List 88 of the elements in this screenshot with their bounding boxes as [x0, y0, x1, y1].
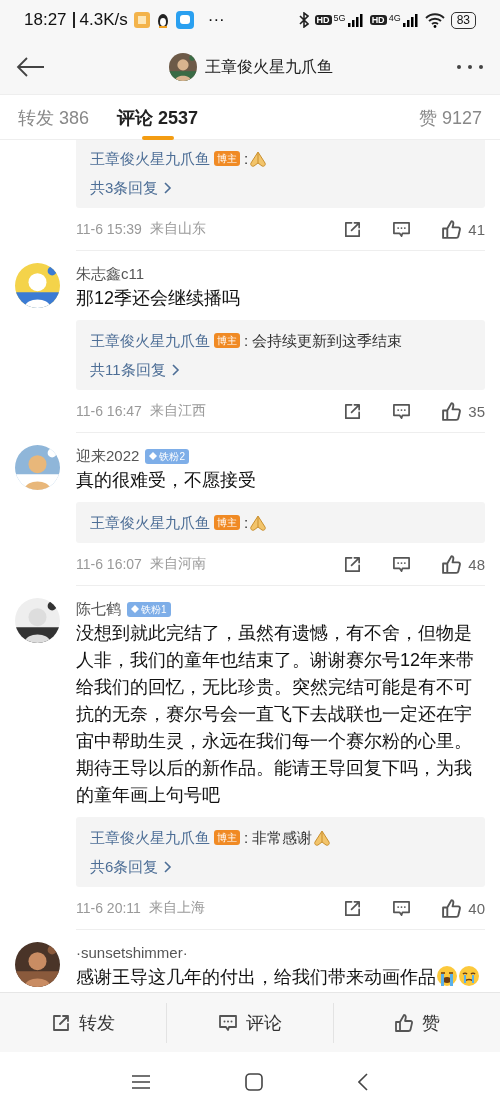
author-badge: 博主 — [214, 333, 240, 348]
signal-icon — [402, 13, 419, 27]
badge-text: 铁粉1 — [141, 602, 167, 617]
penguin-icon — [155, 12, 170, 28]
more-icon — [456, 64, 484, 70]
tab[interactable]: 转发 386 — [18, 95, 90, 140]
header-title: 王章俊火星九爪鱼 — [205, 56, 333, 77]
comment-text: 感谢王导这几年的付出，给我们带来动画作品 — [76, 964, 485, 991]
clock: 18:27 — [24, 10, 67, 30]
chevron-icon — [164, 181, 173, 194]
share-icon[interactable] — [343, 219, 363, 239]
comment-icon[interactable] — [392, 554, 412, 574]
thumbs-up-icon[interactable] — [441, 897, 463, 919]
hd-label: HD — [369, 15, 387, 25]
bluetooth-icon — [298, 12, 309, 28]
note-app-icon — [133, 12, 150, 28]
author-link[interactable]: 王章俊火星九爪鱼 — [90, 326, 210, 355]
comment-icon[interactable] — [392, 219, 412, 239]
like-count: 40 — [468, 899, 485, 917]
more-notifications: ··· — [207, 10, 225, 30]
thumbs-up-icon[interactable] — [441, 218, 463, 240]
reply-text: : — [244, 513, 249, 533]
tab[interactable]: 赞 9127 — [418, 95, 482, 140]
battery-icon: 83 — [450, 11, 476, 29]
comment-location: 来自上海 — [148, 899, 205, 917]
comment-location: 来自山东 — [149, 220, 206, 238]
network-type: 4G — [388, 13, 401, 23]
diamond-icon — [131, 605, 139, 613]
like-count: 35 — [468, 402, 485, 420]
network-speed: 4.3K/s — [72, 12, 128, 28]
comment-text: 真的很难受，不愿接受 — [76, 469, 257, 492]
share-icon — [51, 1012, 71, 1033]
reply-text: : — [244, 149, 249, 169]
back-icon[interactable] — [358, 1072, 368, 1091]
thumbs-up-icon[interactable] — [441, 553, 463, 575]
wifi-icon — [424, 12, 445, 28]
author-badge: 博主 — [214, 515, 240, 530]
like-button[interactable]: 赞 — [333, 1002, 500, 1043]
author-link[interactable]: 王章俊火星九爪鱼 — [90, 508, 210, 537]
reply-box[interactable]: 王章俊火星九爪鱼 博主 : 共3条回复 — [76, 140, 485, 208]
comment-time: 11-6 16:47 — [76, 403, 142, 419]
comment-location: 来自河南 — [149, 555, 206, 573]
more-replies-link[interactable]: 共6条回复 — [90, 852, 173, 881]
chat-app-icon — [175, 11, 194, 29]
comment-location: 来自江西 — [149, 402, 206, 420]
comment-text: 没想到就此完结了，虽然有遗憾，有不舍，但物是人非，我们的童年也结束了。谢谢赛尔号12年来带给我们的回忆，无比珍贵。突然完结可能是有不可抗的无奈，赛尔号会一直飞下去战联也一定还在宇宙中帮助生灵，永远在我们每一个赛尔粉的心里。期待王导以后的新作品。能请王导回复下吗，为我的童年画上句号吧 — [76, 622, 476, 807]
home-button-icon[interactable] — [245, 1072, 263, 1091]
comment-time: 11-6 20:11 — [76, 900, 141, 916]
comment-icon — [218, 1012, 238, 1033]
more-replies-link[interactable]: 共3条回复 — [90, 173, 173, 202]
share-icon[interactable] — [343, 401, 363, 421]
badge-text: 铁粉2 — [159, 449, 185, 464]
like-count: 41 — [468, 220, 485, 238]
comment-icon[interactable] — [392, 401, 412, 421]
user-name[interactable]: 迎来2022 — [76, 445, 140, 467]
thumbs-up-icon — [394, 1012, 414, 1033]
like-count: 48 — [468, 555, 485, 573]
network-type: 5G — [333, 13, 346, 23]
user-name[interactable]: ·sunsetshimmer· — [76, 942, 188, 964]
tab[interactable]: 评论 2537 — [117, 95, 199, 140]
comment-button[interactable]: 评论 — [166, 1002, 333, 1043]
author-link[interactable]: 王章俊火星九爪鱼 — [90, 144, 210, 173]
menu-icon[interactable] — [132, 1074, 150, 1089]
comment-time: 11-6 16:07 — [76, 556, 142, 572]
share-icon[interactable] — [343, 898, 363, 918]
reply-box[interactable]: 王章俊火星九爪鱼 博主 : 非常感谢 共6条回复 — [76, 817, 485, 887]
signal-icon — [347, 13, 364, 27]
author-badge: 博主 — [214, 151, 240, 166]
hd-label: HD — [314, 15, 332, 25]
thumbs-up-icon[interactable] — [441, 400, 463, 422]
author-link[interactable]: 王章俊火星九爪鱼 — [90, 823, 210, 852]
chevron-icon — [171, 363, 180, 376]
user-name[interactable]: 朱志鑫c11 — [76, 263, 145, 285]
reply-box[interactable]: 王章俊火星九爪鱼 博主 : 会持续更新到这季结束 共11条回复 — [76, 320, 485, 390]
author-badge: 博主 — [214, 830, 240, 845]
reply-text: : 会持续更新到这季结束 — [244, 331, 403, 351]
share-icon[interactable] — [343, 554, 363, 574]
back-arrow-icon — [16, 57, 46, 77]
comment-time: 11-6 15:39 — [76, 221, 142, 237]
comment-icon[interactable] — [392, 898, 412, 918]
comment-text: 那12季还会继续播吗 — [76, 287, 242, 310]
share-button[interactable]: 转发 — [0, 1002, 166, 1043]
chevron-icon — [164, 860, 173, 873]
user-name[interactable]: 陈七鹤 — [76, 598, 121, 620]
diamond-icon — [149, 452, 158, 460]
more-replies-link[interactable]: 共11条回复 — [90, 355, 180, 384]
reply-text: : 非常感谢 — [244, 828, 313, 848]
reply-box[interactable]: 王章俊火星九爪鱼 博主 : — [76, 502, 485, 543]
